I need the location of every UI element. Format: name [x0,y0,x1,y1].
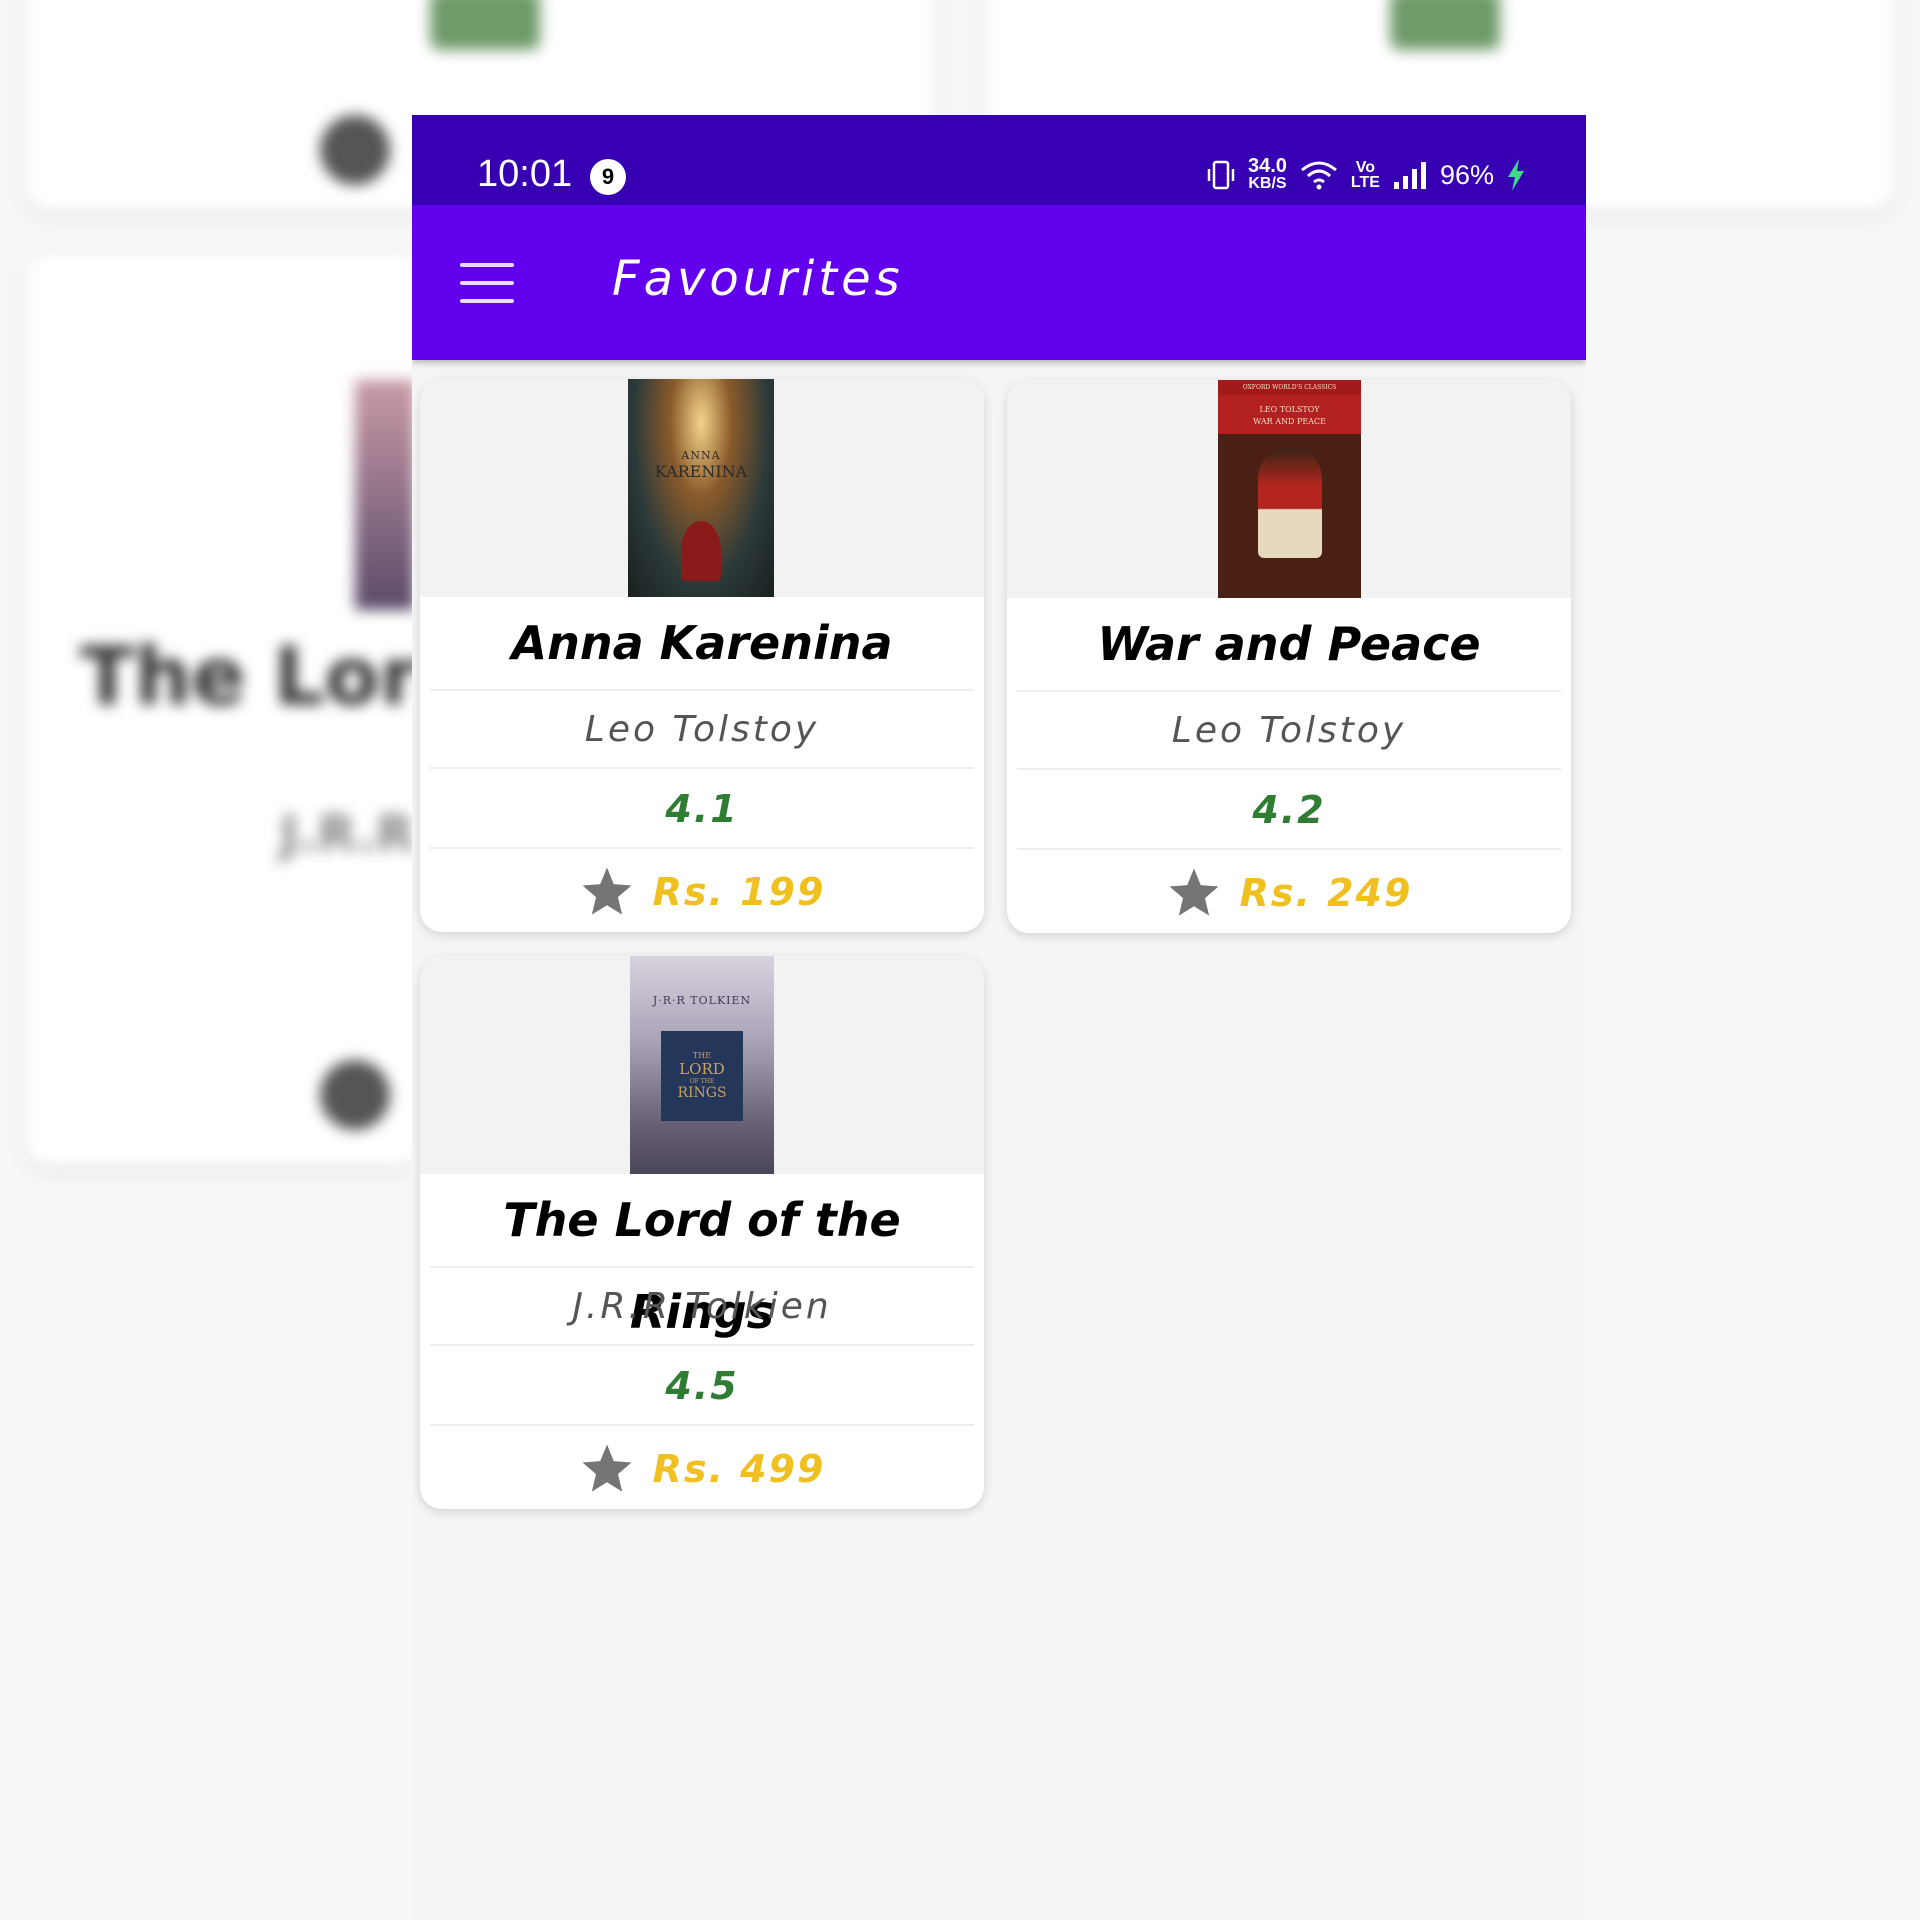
book-cover-image: ANNA KARENINA [628,379,774,597]
book-rating: 4.2 [1017,768,1561,850]
book-author: J.R.R Tolkien [430,1266,974,1346]
network-speed: 34.0 KB/S [1247,155,1287,193]
bg-cover-fragment [1390,0,1500,50]
book-price: Rs. 249 [1239,870,1413,915]
cover-text: OF THE [689,1078,715,1085]
book-card[interactable]: ANNA KARENINA Anna Karenina Leo Tolstoy … [420,379,984,932]
hamburger-menu-icon[interactable] [460,263,514,303]
cover-text: WAR AND PEACE [1218,414,1361,434]
star-icon[interactable] [579,1441,635,1497]
status-icons: 34.0 KB/S Vo LTE 96% [1206,155,1526,195]
app-bar: Favourites [412,205,1586,360]
cover-figure [681,521,721,581]
volte-top: Vo [1355,159,1376,176]
battery-level: 96% [1439,159,1494,190]
network-speed-value: 34.0 [1247,155,1287,177]
book-author: Leo Tolstoy [430,689,974,769]
page-title: Favourites [612,251,904,307]
vibrate-icon [1207,160,1235,190]
price-row: Rs. 499 [430,1424,974,1509]
book-author: Leo Tolstoy [1017,690,1561,770]
bg-cover-fragment [430,0,540,50]
book-rating: 4.5 [430,1344,974,1426]
star-icon[interactable] [579,864,635,920]
book-card[interactable]: J·R·R TOLKIEN THE LORD OF THE RINGS The … [420,956,984,1509]
signal-icon [1393,162,1426,189]
cover-area: OXFORD WORLD'S CLASSICS LEO TOLSTOY WAR … [1007,380,1571,598]
cover-text: LEO TOLSTOY [1218,395,1361,414]
charging-bolt-icon [1508,159,1524,191]
volte-bottom: LTE [1350,174,1380,191]
cover-text: RINGS [677,1085,727,1101]
star-icon[interactable] [1166,865,1222,921]
bg-author-fragment: J.R.R [280,805,415,863]
notification-badge: 9 [590,159,626,195]
volte-indicator: Vo LTE [1350,159,1380,191]
cover-text: ANNA [681,449,721,462]
price-row: Rs. 249 [1017,848,1561,933]
network-speed-unit: KB/S [1248,175,1287,192]
cover-text: J·R·R TOLKIEN [652,994,752,1007]
cover-text: OXFORD WORLD'S CLASSICS [1218,380,1361,395]
book-card[interactable]: OXFORD WORLD'S CLASSICS LEO TOLSTOY WAR … [1007,380,1571,933]
cover-text: KARENINA [654,462,748,481]
bg-cover-image [355,380,415,610]
phone-screen: 10:01 9 34.0 KB/S Vo LTE 96% Favourites … [412,115,1586,1920]
cover-area: J·R·R TOLKIEN THE LORD OF THE RINGS [420,956,984,1174]
book-cover-image: OXFORD WORLD'S CLASSICS LEO TOLSTOY WAR … [1218,380,1361,598]
status-time: 10:01 [477,153,573,195]
cover-text: THE [692,1051,712,1060]
cover-text: LORD [679,1060,725,1078]
cover-area: ANNA KARENINA [420,379,984,597]
book-price: Rs. 199 [652,869,826,914]
cover-title-block: THE LORD OF THE RINGS [661,1031,743,1121]
book-price: Rs. 499 [652,1446,826,1491]
book-title: The Lord of the Rings [503,1193,901,1339]
book-title: Anna Karenina [511,616,893,670]
wifi-icon [1300,161,1337,190]
bg-star-icon [320,115,390,185]
price-row: Rs. 199 [430,847,974,932]
bg-star-icon [320,1060,390,1130]
book-title: War and Peace [1097,617,1481,671]
book-cover-image: J·R·R TOLKIEN THE LORD OF THE RINGS [630,956,774,1174]
book-rating: 4.1 [430,767,974,849]
status-bar: 10:01 9 34.0 KB/S Vo LTE 96% [412,115,1586,205]
cover-figure [1257,448,1322,558]
